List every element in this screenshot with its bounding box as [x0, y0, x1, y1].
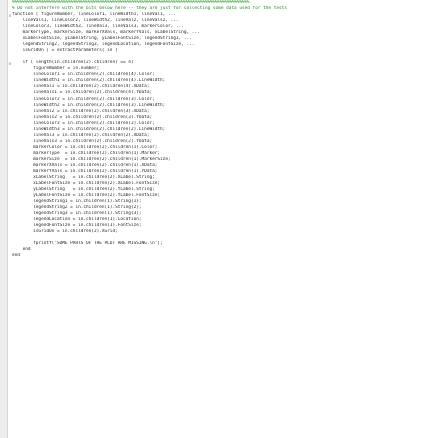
code-text: fprintf('SOME PARTS OF THE PLOT ARE MISS…: [12, 241, 163, 247]
code-text: end: [12, 253, 20, 259]
code-area[interactable]: 1%%%%%%%%%%%%%%%%%%%%%%%%%%%%%%%%%%%%%%%…: [8, 0, 434, 438]
code-editor[interactable]: 1%%%%%%%%%%%%%%%%%%%%%%%%%%%%%%%%%%%%%%%…: [0, 0, 434, 438]
code-text: isGridOn ] = extractParameters( in ): [12, 48, 118, 54]
code-text: isGridOn = in.children(2).XGrid;: [12, 229, 118, 235]
line-number-gutter: [0, 0, 8, 438]
code-line[interactable]: 43end: [8, 253, 434, 259]
